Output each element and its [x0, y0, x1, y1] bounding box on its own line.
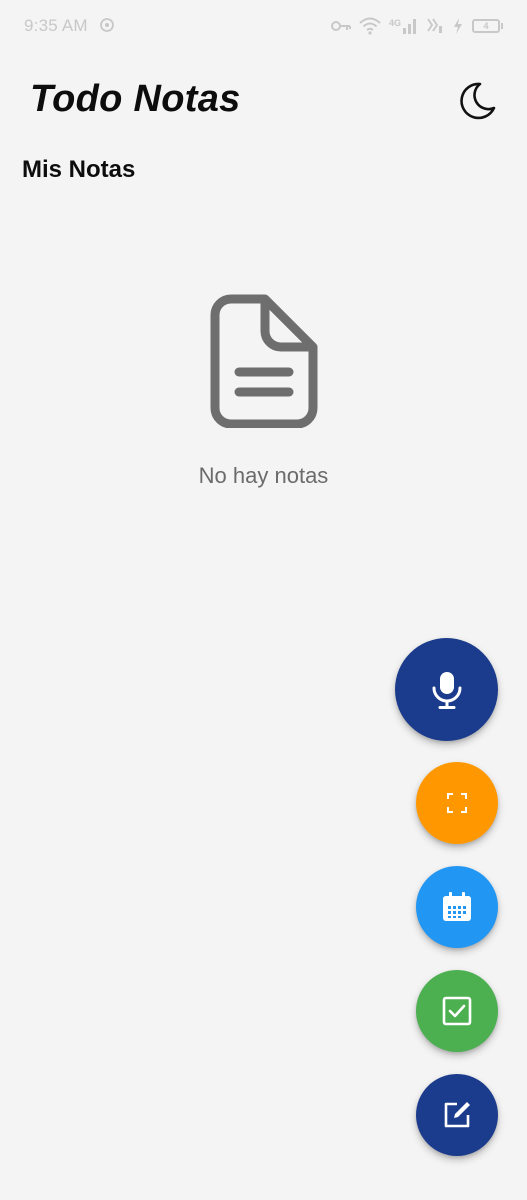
app-title: Todo Notas [30, 78, 241, 120]
voice-note-button[interactable] [395, 638, 498, 741]
signal-icon [403, 19, 416, 34]
sync-icon [100, 18, 114, 32]
status-time: 9:35 AM [24, 16, 88, 35]
network-type-label: 4G [389, 18, 418, 34]
status-icons: 4G 4 [330, 14, 503, 38]
microphone-icon [432, 671, 461, 709]
wifi-icon [359, 17, 381, 35]
theme-toggle-button[interactable] [454, 78, 500, 124]
calendar-button[interactable] [416, 866, 498, 948]
scan-icon [447, 793, 467, 813]
status-bar: 9:35 AM 4G 4 [0, 0, 527, 54]
vpn-key-icon [330, 21, 351, 31]
battery-icon: 4 [472, 19, 503, 33]
battery-level: 4 [483, 21, 489, 31]
scan-button[interactable] [416, 762, 498, 844]
charging-icon [454, 18, 462, 34]
calendar-icon [443, 892, 471, 921]
checkbox-icon [442, 996, 472, 1026]
section-title: Mis Notas [22, 156, 136, 183]
todo-checklist-button[interactable] [416, 970, 498, 1052]
new-note-button[interactable] [416, 1074, 498, 1156]
moon-icon [460, 82, 496, 120]
signal-icon-secondary [427, 18, 442, 33]
document-icon [210, 294, 318, 428]
empty-state-message: No hay notas [198, 463, 329, 488]
edit-icon [444, 1102, 470, 1128]
network-label: 4G [388, 18, 401, 28]
